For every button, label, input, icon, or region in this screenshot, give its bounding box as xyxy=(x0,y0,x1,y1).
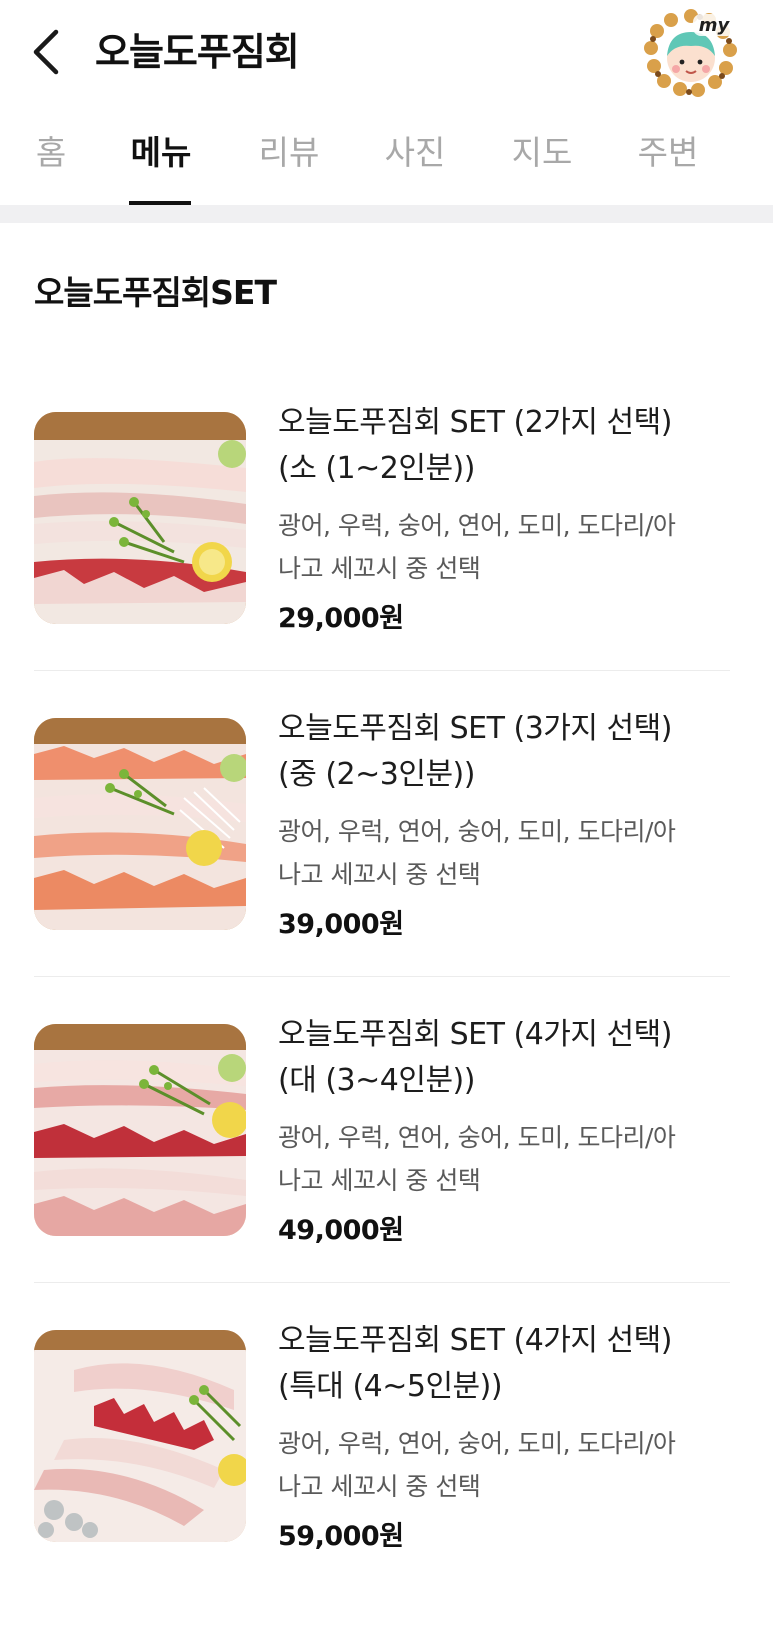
menu-item-name: 오늘도푸짐회 SET (4가지 선택) (대 (3~4인분)) xyxy=(278,1012,738,1104)
sashimi-platter-image xyxy=(34,1024,246,1236)
menu-item-desc-line2: 나고 세꼬시 중 선택 xyxy=(278,1472,481,1501)
menu-item-name-line1: 오늘도푸짐회 SET (3가지 선택) xyxy=(278,711,672,746)
menu-item-price: 49,000원 xyxy=(278,1215,404,1246)
sashimi-platter-image xyxy=(34,1330,246,1542)
menu-item-price: 39,000원 xyxy=(278,909,404,940)
tab-photos[interactable]: 사진 xyxy=(382,131,448,187)
menu-item-photo xyxy=(34,718,246,930)
menu-section-title: 오늘도푸짐회SET xyxy=(34,273,277,312)
menu-item[interactable]: 오늘도푸짐회 SET (4가지 선택) (대 (3~4인분)) 광어, 우럭, … xyxy=(34,1017,730,1330)
menu-item-desc-line2: 나고 세꼬시 중 선택 xyxy=(278,1166,481,1195)
menu-item-name: 오늘도푸짐회 SET (2가지 선택) (소 (1~2인분)) xyxy=(278,400,738,492)
back-button[interactable] xyxy=(26,26,72,78)
item-divider xyxy=(34,976,730,977)
tab-bar: 홈 메뉴 리뷰 사진 지도 주변 xyxy=(0,105,773,205)
avatar-label: my xyxy=(699,15,731,36)
item-divider xyxy=(34,1282,730,1283)
menu-item-name-line1: 오늘도푸짐회 SET (4가지 선택) xyxy=(278,1017,672,1052)
menu-item-photo xyxy=(34,412,246,624)
menu-item-price: 59,000원 xyxy=(278,1521,404,1552)
page-title: 오늘도푸짐회 xyxy=(95,30,300,74)
section-separator xyxy=(0,205,773,223)
avatar[interactable]: my xyxy=(643,8,739,98)
chevron-left-icon xyxy=(33,29,59,75)
menu-item-desc-line2: 나고 세꼬시 중 선택 xyxy=(278,554,481,583)
menu-item-desc-line1: 광어, 우럭, 연어, 숭어, 도미, 도다리/아 xyxy=(278,817,676,846)
tab-home[interactable]: 홈 xyxy=(34,131,68,187)
sashimi-platter-image xyxy=(34,718,246,930)
menu-item-name-line2: (대 (3~4인분)) xyxy=(278,1063,475,1098)
menu-item-name: 오늘도푸짐회 SET (3가지 선택) (중 (2~3인분)) xyxy=(278,706,738,798)
avatar-illustration-icon: my xyxy=(644,9,737,97)
menu-item-desc-line2: 나고 세꼬시 중 선택 xyxy=(278,860,481,889)
menu-item-name-line2: (소 (1~2인분)) xyxy=(278,451,475,486)
menu-item-desc-line1: 광어, 우럭, 연어, 숭어, 도미, 도다리/아 xyxy=(278,1429,676,1458)
menu-item-name-line2: (특대 (4~5인분)) xyxy=(278,1369,503,1404)
menu-item[interactable]: 오늘도푸짐회 SET (4가지 선택) (특대 (4~5인분)) 광어, 우럭,… xyxy=(34,1323,730,1636)
menu-item-description: 광어, 우럭, 숭어, 연어, 도미, 도다리/아 나고 세꼬시 중 선택 xyxy=(278,504,718,590)
tab-nearby[interactable]: 주변 xyxy=(635,131,701,187)
sashimi-platter-image xyxy=(34,412,246,624)
tab-map[interactable]: 지도 xyxy=(509,131,575,187)
tab-reviews[interactable]: 리뷰 xyxy=(256,131,322,187)
menu-item-name-line1: 오늘도푸짐회 SET (2가지 선택) xyxy=(278,405,672,440)
menu-item[interactable]: 오늘도푸짐회 SET (3가지 선택) (중 (2~3인분)) 광어, 우럭, … xyxy=(34,711,730,1024)
menu-item-desc-line1: 광어, 우럭, 연어, 숭어, 도미, 도다리/아 xyxy=(278,1123,676,1152)
menu-item-photo xyxy=(34,1024,246,1236)
item-divider xyxy=(34,670,730,671)
menu-item-name-line2: (중 (2~3인분)) xyxy=(278,757,475,792)
menu-item-desc-line1: 광어, 우럭, 숭어, 연어, 도미, 도다리/아 xyxy=(278,511,676,540)
menu-item-description: 광어, 우럭, 연어, 숭어, 도미, 도다리/아 나고 세꼬시 중 선택 xyxy=(278,1116,718,1202)
menu-item[interactable]: 오늘도푸짐회 SET (2가지 선택) (소 (1~2인분)) 광어, 우럭, … xyxy=(34,405,730,718)
menu-item-description: 광어, 우럭, 연어, 숭어, 도미, 도다리/아 나고 세꼬시 중 선택 xyxy=(278,1422,718,1508)
app-header: 오늘도푸짐회 my xyxy=(0,0,773,105)
menu-item-photo xyxy=(34,1330,246,1542)
menu-item-name: 오늘도푸짐회 SET (4가지 선택) (특대 (4~5인분)) xyxy=(278,1318,738,1410)
menu-item-name-line1: 오늘도푸짐회 SET (4가지 선택) xyxy=(278,1323,672,1358)
tab-menu[interactable]: 메뉴 xyxy=(128,131,194,187)
menu-item-description: 광어, 우럭, 연어, 숭어, 도미, 도다리/아 나고 세꼬시 중 선택 xyxy=(278,810,718,896)
menu-item-price: 29,000원 xyxy=(278,603,404,634)
